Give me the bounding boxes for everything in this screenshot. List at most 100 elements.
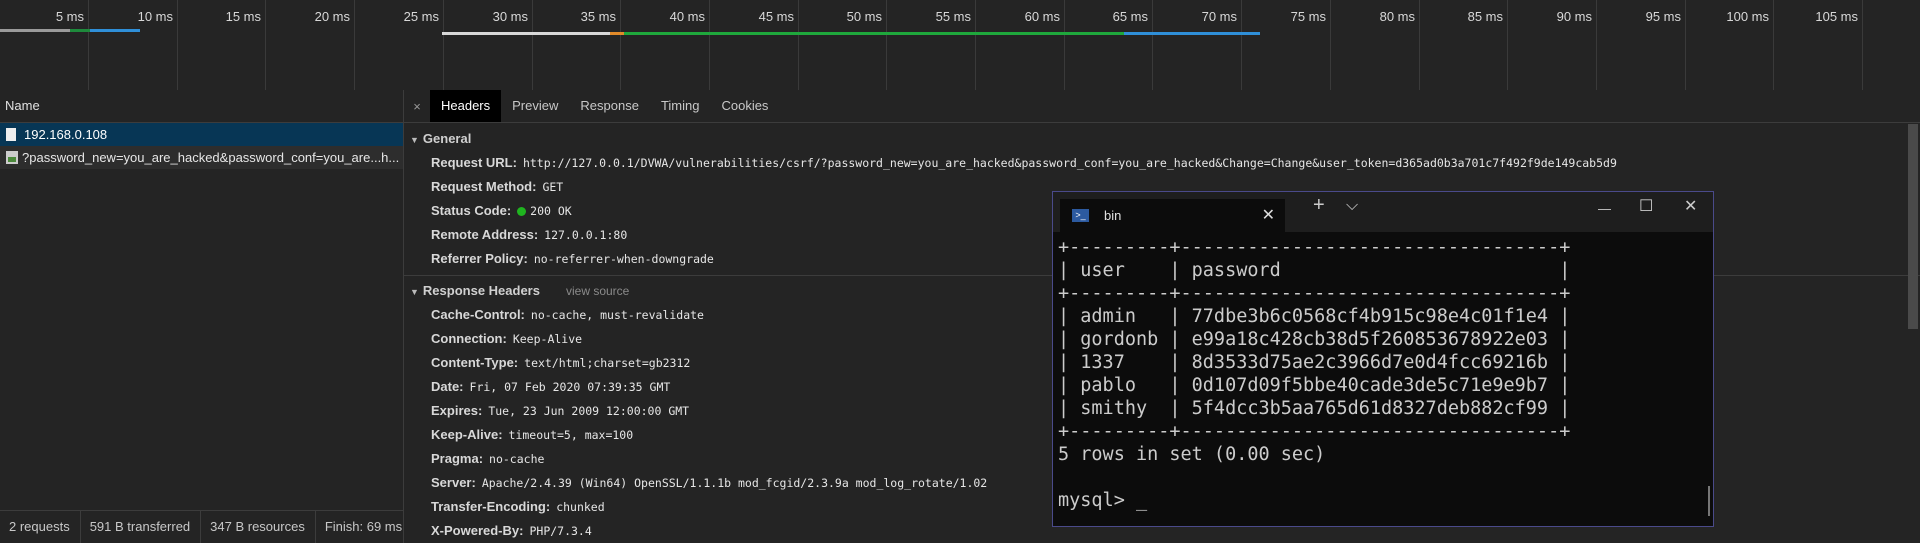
detail-tabs: × Headers Preview Response Timing Cookie… <box>404 90 1920 123</box>
resources-size: 347 B resources <box>201 511 316 543</box>
timeline-tick-label: 25 ms <box>403 9 439 24</box>
terminal-line: | gordonb | e99a18c428cb38d5f26085367892… <box>1058 329 1571 350</box>
request-list-panel: Name 192.168.0.108 ?password_new=you_are… <box>0 90 404 543</box>
terminal-output[interactable]: +---------+-----------------------------… <box>1053 232 1713 512</box>
vertical-scrollbar[interactable] <box>1908 124 1918 329</box>
timeline-tick-label: 80 ms <box>1379 9 1415 24</box>
timeline-gridline <box>975 0 976 90</box>
header-value: Apache/2.4.39 (Win64) OpenSSL/1.1.1b mod… <box>481 476 988 490</box>
timeline-gridline <box>798 0 799 90</box>
timeline-tick-label: 90 ms <box>1556 9 1592 24</box>
header-key: Content-Type: <box>431 355 519 370</box>
terminal-window[interactable]: >_ bin ✕ + ⌵ — ☐ ✕ +---------+----------… <box>1052 191 1714 527</box>
header-value: Tue, 23 Jun 2009 12:00:00 GMT <box>488 404 690 418</box>
timeline-gridline <box>1685 0 1686 90</box>
timeline-tick-label: 20 ms <box>314 9 350 24</box>
timeline-gridline <box>886 0 887 90</box>
collapse-triangle-icon: ▼ <box>410 287 419 297</box>
timeline-gridline <box>1773 0 1774 90</box>
status-ok-icon <box>517 207 527 217</box>
terminal-line: | 1337 | 8d3533d75ae2c3966d7e0d4fcc69216… <box>1058 352 1571 373</box>
request-name: 192.168.0.108 <box>24 127 108 142</box>
header-value: text/html;charset=gb2312 <box>524 356 691 370</box>
terminal-line: | admin | 77dbe3b6c0568cf4b915c98e4c01f1… <box>1058 306 1571 327</box>
document-icon <box>6 128 16 141</box>
timeline-tick-label: 15 ms <box>225 9 261 24</box>
timeline-gridline <box>1152 0 1153 90</box>
timeline-tick-label: 10 ms <box>137 9 173 24</box>
tab-response[interactable]: Response <box>569 90 650 122</box>
timeline-tick-label: 100 ms <box>1726 9 1769 24</box>
timeline-gridline <box>532 0 533 90</box>
header-value: PHP/7.3.4 <box>529 524 592 538</box>
terminal-line: +---------+-----------------------------… <box>1058 421 1571 442</box>
name-column-header[interactable]: Name <box>0 90 403 123</box>
request-name: ?password_new=you_are_hacked&password_co… <box>22 150 400 165</box>
header-key: Keep-Alive: <box>431 427 503 442</box>
tab-preview[interactable]: Preview <box>501 90 569 122</box>
timeline-tick-label: 30 ms <box>492 9 528 24</box>
collapse-triangle-icon: ▼ <box>410 135 419 145</box>
timeline-gridline <box>265 0 266 90</box>
header-value: timeout=5, max=100 <box>508 428 634 442</box>
terminal-line: +---------+-----------------------------… <box>1058 283 1571 304</box>
header-key: Pragma: <box>431 451 484 466</box>
header-value: no-cache <box>489 452 545 466</box>
header-value: Keep-Alive <box>512 332 583 346</box>
minimize-icon[interactable]: — <box>1598 201 1611 216</box>
tab-timing[interactable]: Timing <box>650 90 711 122</box>
general-section-header[interactable]: ▼ General <box>404 127 1920 151</box>
header-key: X-Powered-By: <box>431 523 524 538</box>
timeline-gridline <box>1241 0 1242 90</box>
timeline-gridline <box>620 0 621 90</box>
timeline-gridline <box>1862 0 1863 90</box>
timeline-tick-label: 45 ms <box>758 9 794 24</box>
maximize-icon[interactable]: ☐ <box>1639 196 1653 216</box>
waterfall-bar-xhr-stalled <box>610 32 624 35</box>
timeline-tick-label: 85 ms <box>1467 9 1503 24</box>
timeline-tick-label: 95 ms <box>1645 9 1681 24</box>
timeline-tick-label: 65 ms <box>1112 9 1148 24</box>
terminal-line: +---------+-----------------------------… <box>1058 237 1571 258</box>
terminal-line: | pablo | 0d107d09f5bbe40cade3de5c71e9e9… <box>1058 375 1571 396</box>
close-tab-icon[interactable]: ✕ <box>1262 199 1275 232</box>
close-detail-icon[interactable]: × <box>404 99 430 114</box>
terminal-tab-title: bin <box>1104 208 1122 223</box>
timeline-tick-label: 40 ms <box>669 9 705 24</box>
request-row-document[interactable]: 192.168.0.108 <box>0 123 403 146</box>
timeline-gridline <box>1419 0 1420 90</box>
waterfall-bar-xhr-wait <box>442 32 610 35</box>
view-source-link[interactable]: view source <box>566 284 629 298</box>
timeline-gridline <box>354 0 355 90</box>
new-tab-icon[interactable]: + <box>1313 194 1325 217</box>
close-window-icon[interactable]: ✕ <box>1684 196 1697 216</box>
header-key: Cache-Control: <box>431 307 525 322</box>
header-value: chunked <box>556 500 605 514</box>
header-key: Expires: <box>431 403 483 418</box>
timeline-gridline <box>709 0 710 90</box>
terminal-tab[interactable]: >_ bin ✕ <box>1060 199 1285 232</box>
timeline-tick-label: 35 ms <box>580 9 616 24</box>
timeline-tick-label: 75 ms <box>1290 9 1326 24</box>
request-row-csrf[interactable]: ?password_new=you_are_hacked&password_co… <box>0 146 403 169</box>
timeline-gridline <box>1330 0 1331 90</box>
header-key: Date: <box>431 379 464 394</box>
terminal-scrollbar[interactable] <box>1708 486 1710 516</box>
chevron-down-icon[interactable]: ⌵ <box>1346 197 1358 215</box>
timeline-tick-label: 60 ms <box>1024 9 1060 24</box>
timeline-gridline <box>88 0 89 90</box>
finish-time: Finish: 69 ms <box>324 519 403 534</box>
terminal-titlebar[interactable]: >_ bin ✕ + ⌵ — ☐ ✕ <box>1053 192 1713 232</box>
header-value: Fri, 07 Feb 2020 07:39:35 GMT <box>469 380 671 394</box>
timeline-gridline <box>443 0 444 90</box>
tab-headers[interactable]: Headers <box>430 90 502 122</box>
transferred-size: 591 B transferred <box>81 511 202 543</box>
timeline-gridline <box>1507 0 1508 90</box>
timeline-tick-label: 55 ms <box>935 9 971 24</box>
image-request-icon <box>6 151 18 164</box>
timeline-gridline <box>1596 0 1597 90</box>
request-count: 2 requests <box>0 511 81 543</box>
network-timeline-overview[interactable]: 5 ms 10 ms 15 ms 20 ms 25 ms 30 ms 35 ms 40 ms 4… <box>0 0 1920 91</box>
tab-cookies[interactable]: Cookies <box>710 90 779 122</box>
